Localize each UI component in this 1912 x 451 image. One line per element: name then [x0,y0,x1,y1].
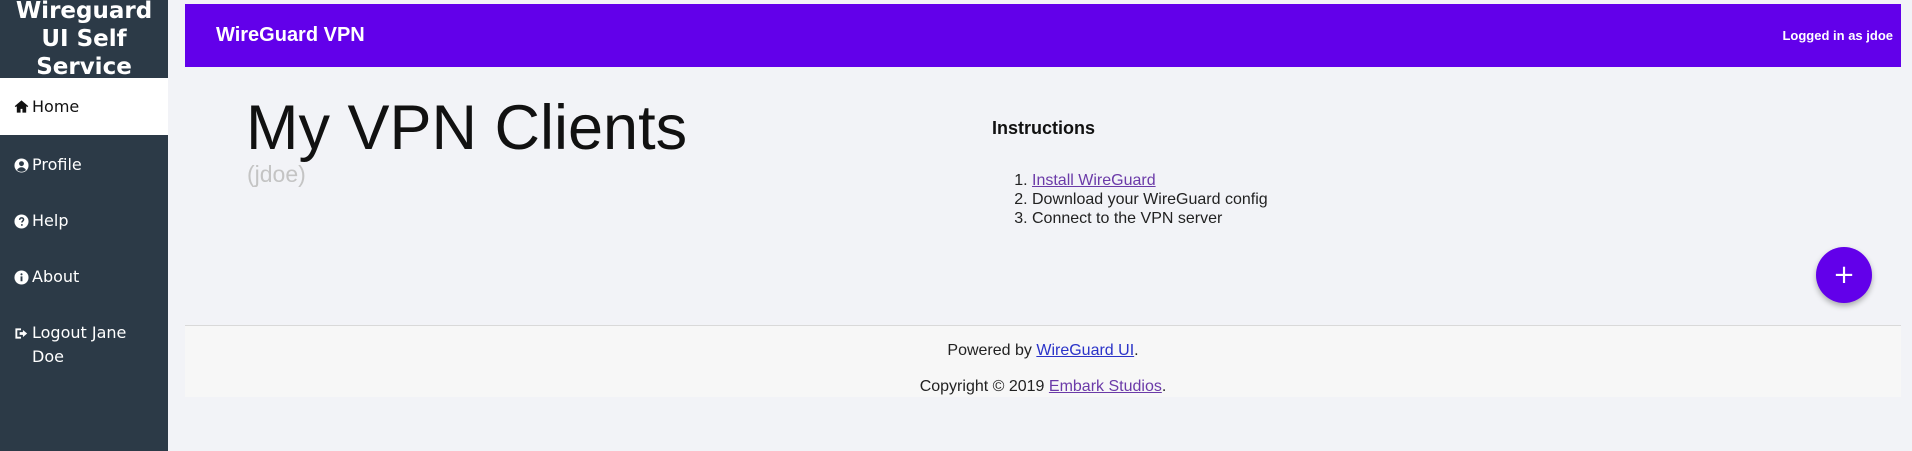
sidebar-item-help[interactable]: Help [0,191,168,247]
instructions-heading: Instructions [992,118,1096,138]
list-item: Connect to the VPN server [1032,209,1268,228]
powered-by-prefix: Powered by [947,342,1037,359]
sidebar-item-label: Logout Jane Doe [32,323,127,366]
sidebar-item-profile[interactable]: Profile [0,135,168,191]
sign-out-icon [14,321,32,345]
sidebar-item-logout[interactable]: Logout Jane Doe [0,303,168,381]
embark-studios-link[interactable]: Embark Studios [1049,378,1162,395]
list-item: Download your WireGuard config [1032,190,1268,209]
wireguard-ui-link[interactable]: WireGuard UI [1036,342,1134,359]
sidebar-item-label: Profile [32,155,82,174]
instructions-list: Install WireGuard Download your WireGuar… [992,171,1268,228]
copyright-text: Copyright © 2019 Embark Studios. [185,378,1901,396]
powered-by-text: Powered by WireGuard UI. [185,342,1901,360]
install-wireguard-link[interactable]: Install WireGuard [1032,172,1156,189]
logged-in-user: Logged in as jdoe [1782,28,1893,43]
sidebar: Wireguard UI Self Service Home Profile H… [0,0,168,451]
plus-icon: + [1833,260,1855,290]
user-circle-icon [14,153,32,177]
copyright-prefix: Copyright © 2019 [919,378,1049,395]
instructions-panel: Instructions Install WireGuard Download … [992,118,1268,228]
top-navbar: WireGuard VPN Logged in as jdoe [185,4,1901,67]
powered-by-suffix: . [1134,342,1139,359]
sidebar-item-label: Help [32,211,69,230]
page-subtitle: (jdoe) [247,161,306,187]
sidebar-item-label: About [32,267,80,286]
sidebar-item-home[interactable]: Home [0,78,168,135]
list-item: Install WireGuard [1032,171,1268,190]
copyright-suffix: . [1161,378,1167,395]
footer: Powered by WireGuard UI. Copyright © 201… [185,325,1901,397]
info-circle-icon [14,265,32,289]
question-circle-icon [14,209,32,233]
brand-title: Wireguard UI Self Service [15,0,153,80]
sidebar-item-label: Home [32,96,80,116]
home-icon [14,95,32,119]
add-client-button[interactable]: + [1816,247,1872,303]
sidebar-item-about[interactable]: About [0,247,168,303]
navbar-title[interactable]: WireGuard VPN [216,24,365,47]
page-title: My VPN Clients [246,93,688,163]
